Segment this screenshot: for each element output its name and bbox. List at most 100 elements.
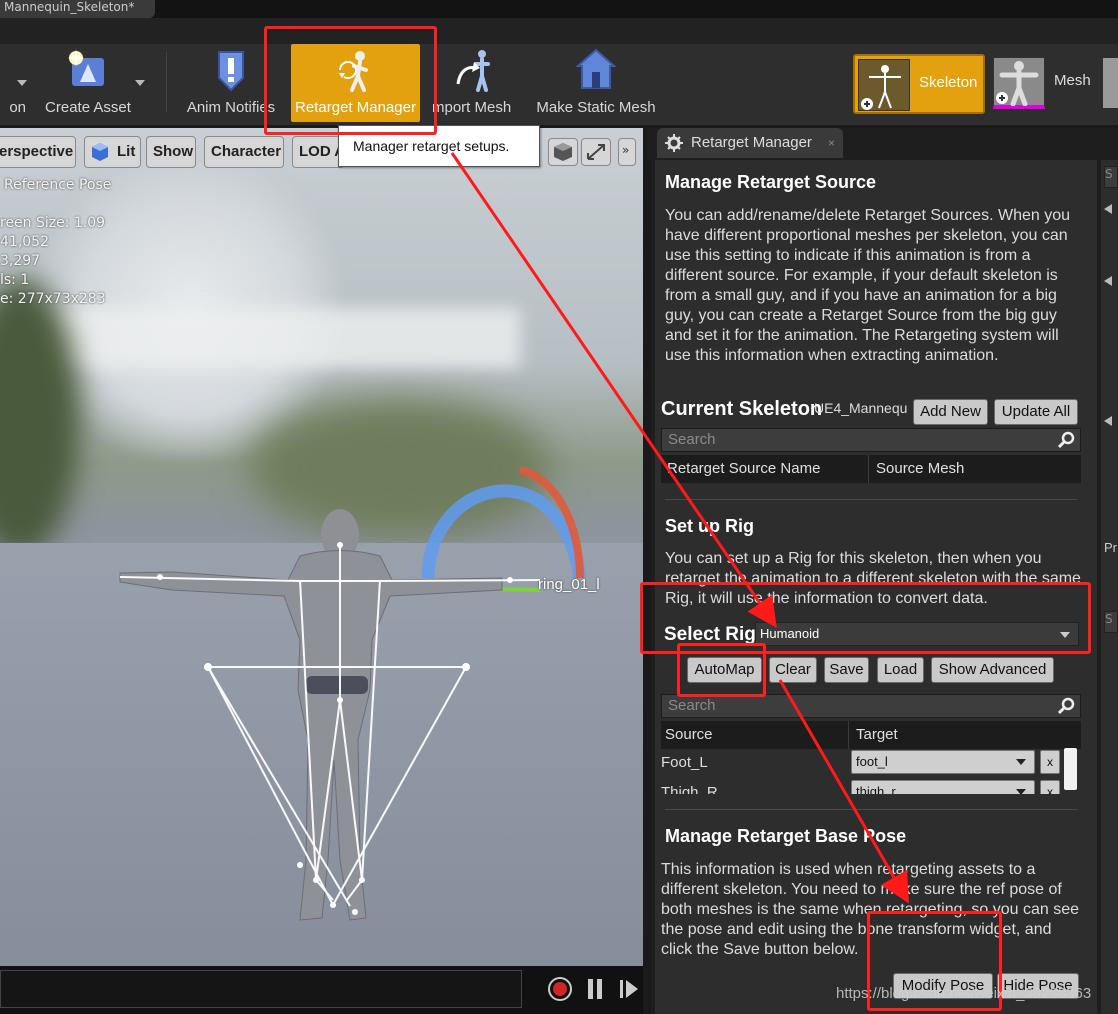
viewport-stats: Reference Pose reen Size: 1.09 41,052 3,… [0,176,111,309]
character-button[interactable]: Character [204,136,284,168]
mapping-scrollbar[interactable] [1064,748,1077,790]
base-pose-title: Manage Retarget Base Pose [665,826,907,846]
screen-size-stat: reen Size: 1.09 [0,215,106,231]
column-target[interactable]: Target [856,721,898,749]
viewport-floor [0,543,643,966]
lit-sphere-icon [92,143,108,161]
create-asset-icon [66,48,110,94]
timeline-track[interactable] [0,970,522,1008]
chevron-down-icon[interactable] [135,80,145,86]
mapping-target-dropdown[interactable]: thigh_r [851,780,1035,794]
mesh-mode-label: Mesh [1054,72,1091,89]
load-rig-button[interactable]: Load [877,657,924,683]
details-search-text: S [1105,612,1113,626]
anim-notifies-icon [209,48,253,94]
save-rig-button[interactable]: Save [824,657,869,683]
make-static-mesh-icon [574,48,618,94]
mapping-source: Foot_L [661,754,708,771]
import-mesh-icon [454,48,498,94]
camera-speed-button[interactable] [548,138,578,166]
retarget-source-search[interactable]: Search [661,428,1081,452]
import-label: on [9,99,26,116]
highlight-retarget-manager [264,26,437,135]
rig-mapping-search[interactable]: Search [661,694,1081,718]
search-icon [1058,697,1075,715]
search-placeholder: Search [668,431,716,448]
uv-channels-stat: ls: 1 [0,272,30,288]
title-bar: Mannequin_Skeleton* [0,0,1118,18]
step-forward-icon[interactable] [616,976,642,1002]
search-icon [1058,431,1075,449]
pause-icon[interactable] [582,976,608,1002]
column-source[interactable]: Source [665,721,713,749]
update-all-button[interactable]: Update All [994,399,1078,425]
clear-mapping-button[interactable]: x [1040,780,1060,794]
show-button[interactable]: Show [146,136,196,168]
collapse-arrow-icon[interactable] [1104,204,1112,214]
vertices-stat: 3,297 [0,253,41,269]
mapping-row: Thigh_R thigh_r x [661,778,1081,794]
clear-button[interactable]: Clear [769,657,817,683]
column-source-mesh[interactable]: Source Mesh [876,455,964,483]
rig-mapping-list: Foot_L foot_l x Thigh_R thigh_r x [661,748,1081,794]
retarget-manager-tab[interactable]: Retarget Manager × [657,128,843,158]
import-mesh-label: mport Mesh [432,99,512,116]
section-divider [665,499,1077,500]
toolbar-divider [166,52,167,112]
skeleton-thumbnail [858,59,910,111]
details-search-field[interactable]: S [1104,166,1118,188]
retarget-source-list-header: Retarget Source Name Source Mesh [661,455,1081,483]
chevron-down-icon [1016,789,1026,794]
record-icon[interactable] [547,976,573,1002]
search-placeholder: Search [668,697,716,714]
mesh-mode-button[interactable]: Mesh [990,54,1100,114]
lod-button[interactable]: LOD A [292,136,344,168]
toolbar-strip [0,18,1118,44]
import-mesh-button[interactable]: mport Mesh [432,44,520,122]
manage-source-description: You can add/rename/delete Retarget Sourc… [665,207,1070,364]
section-divider [665,809,1077,810]
background-bushes [250,398,550,538]
background-building-floor [0,308,520,368]
make-static-mesh-label: Make Static Mesh [536,99,656,116]
show-advanced-button[interactable]: Show Advanced [931,657,1054,683]
watermark: https://blog.csdn.net/weixin_38298363 [836,985,1092,1002]
skeleton-mode-button[interactable]: Skeleton [853,54,985,114]
bone-name-label: ring_01_l [538,576,600,593]
add-new-button[interactable]: Add New [913,399,988,425]
create-asset-label: Create Asset [45,99,131,116]
setup-rig-title: Set up Rig [665,516,754,536]
more-options-button[interactable]: » [618,138,636,166]
chevron-down-icon [1016,759,1026,765]
column-divider[interactable] [848,721,849,749]
skeleton-mode-label: Skeleton [919,74,978,91]
details-search-field[interactable]: S [1104,611,1118,633]
animation-mode-button[interactable] [1103,58,1118,108]
mapping-row: Foot_L foot_l x [661,748,1081,778]
retarget-tab-label: Retarget Manager [691,134,812,151]
current-skeleton-label: Current Skeleton [661,398,823,420]
mapping-target-value: thigh_r [856,784,896,794]
editor-window: Mannequin_Skeleton* on Create Asset Anim… [0,0,1118,1014]
mapping-target-value: foot_l [856,754,888,769]
perspective-button[interactable]: erspective [0,136,76,168]
column-source-name[interactable]: Retarget Source Name [667,455,820,483]
clear-mapping-button[interactable]: x [1040,750,1060,774]
current-skeleton-value: UE4_Mannequ [814,400,908,416]
details-search-text: S [1105,167,1113,181]
asset-tab[interactable]: Mannequin_Skeleton* [0,0,155,18]
close-icon[interactable]: × [828,128,835,158]
details-panel-edge [1101,160,1118,1014]
mapping-target-dropdown[interactable]: foot_l [851,750,1035,774]
lit-label: Lit [117,143,136,160]
create-asset-button[interactable]: Create Asset [40,44,136,122]
collapse-arrow-icon[interactable] [1104,276,1112,286]
manage-source-title: Manage Retarget Source [665,172,877,192]
transform-mode-button[interactable] [581,138,611,166]
mesh-thumbnail [993,57,1045,109]
transform-icon [587,144,605,160]
collapse-arrow-icon[interactable] [1104,416,1112,426]
chevron-down-icon[interactable] [17,80,27,86]
column-divider[interactable] [868,455,869,483]
make-static-mesh-button[interactable]: Make Static Mesh [533,44,659,122]
